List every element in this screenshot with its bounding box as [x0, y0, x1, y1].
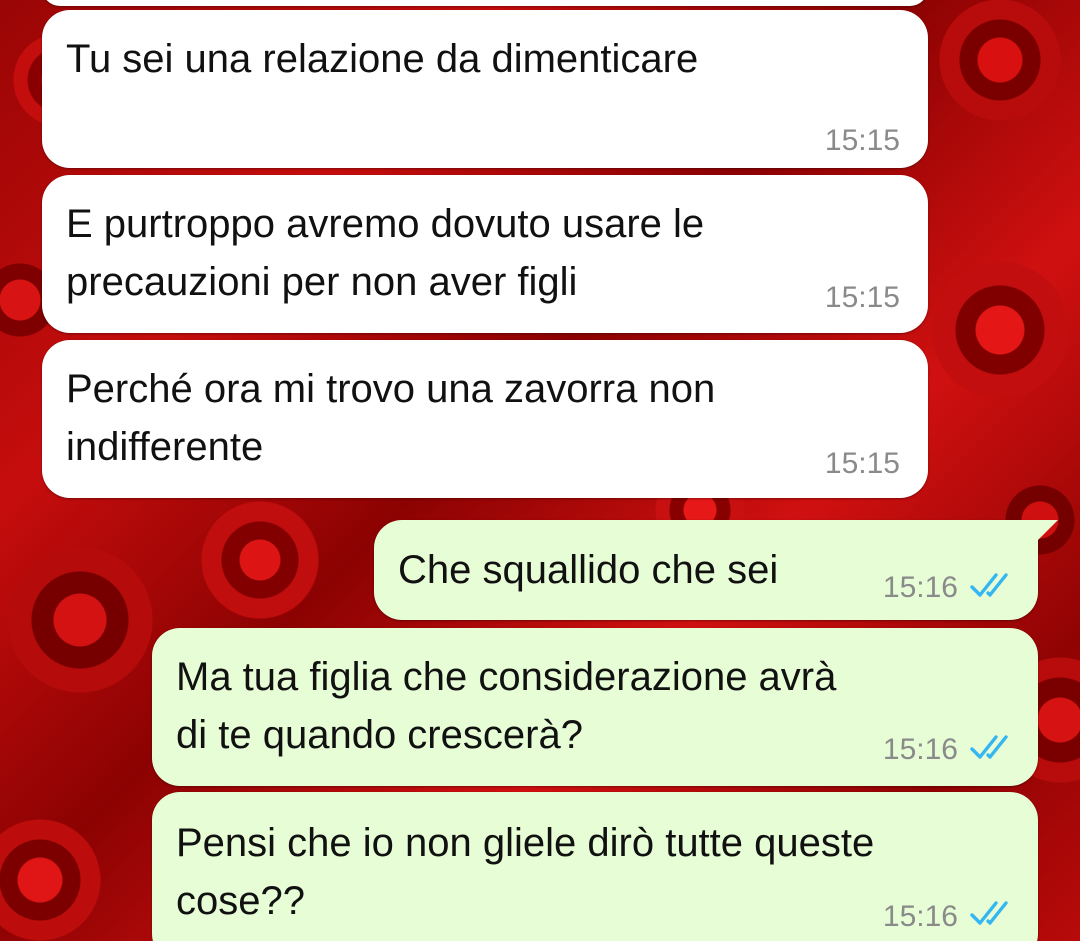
message-timestamp: 15:16	[882, 733, 958, 766]
outgoing-message-bubble[interactable]: Pensi che io non gliele dirò tutte quest…	[152, 792, 1038, 941]
message-text: Ma tua figlia che considerazione avrà di…	[176, 655, 837, 757]
previous-message-bubble[interactable]	[42, 0, 928, 6]
message-text: Perché ora mi trovo una zavorra non indi…	[66, 367, 716, 469]
message-text: E purtroppo avremo dovuto usare le preca…	[66, 202, 705, 304]
outgoing-message-bubble[interactable]: Ma tua figlia che considerazione avrà di…	[152, 628, 1038, 786]
message-timestamp: 15:15	[824, 124, 900, 157]
message-text: Che squallido che sei	[398, 548, 779, 592]
double-check-icon	[970, 735, 1008, 759]
message-timestamp: 15:15	[824, 447, 900, 480]
message-timestamp: 15:16	[882, 571, 958, 604]
incoming-message-bubble[interactable]: Perché ora mi trovo una zavorra non indi…	[42, 340, 928, 498]
chat-wallpaper: Tu sei una relazione da dimenticare 15:1…	[0, 0, 1080, 941]
message-timestamp: 15:16	[882, 900, 958, 933]
message-text: Tu sei una relazione da dimenticare	[66, 37, 699, 81]
message-text: Pensi che io non gliele dirò tutte quest…	[176, 821, 875, 923]
outgoing-message-bubble[interactable]: Che squallido che sei 15:16	[374, 520, 1058, 620]
bubble-tail	[1036, 520, 1058, 542]
incoming-message-bubble[interactable]: E purtroppo avremo dovuto usare le preca…	[42, 175, 928, 333]
double-check-icon	[970, 573, 1008, 597]
message-timestamp: 15:15	[824, 281, 900, 314]
double-check-icon	[970, 901, 1008, 925]
incoming-message-bubble[interactable]: Tu sei una relazione da dimenticare 15:1…	[42, 10, 928, 168]
